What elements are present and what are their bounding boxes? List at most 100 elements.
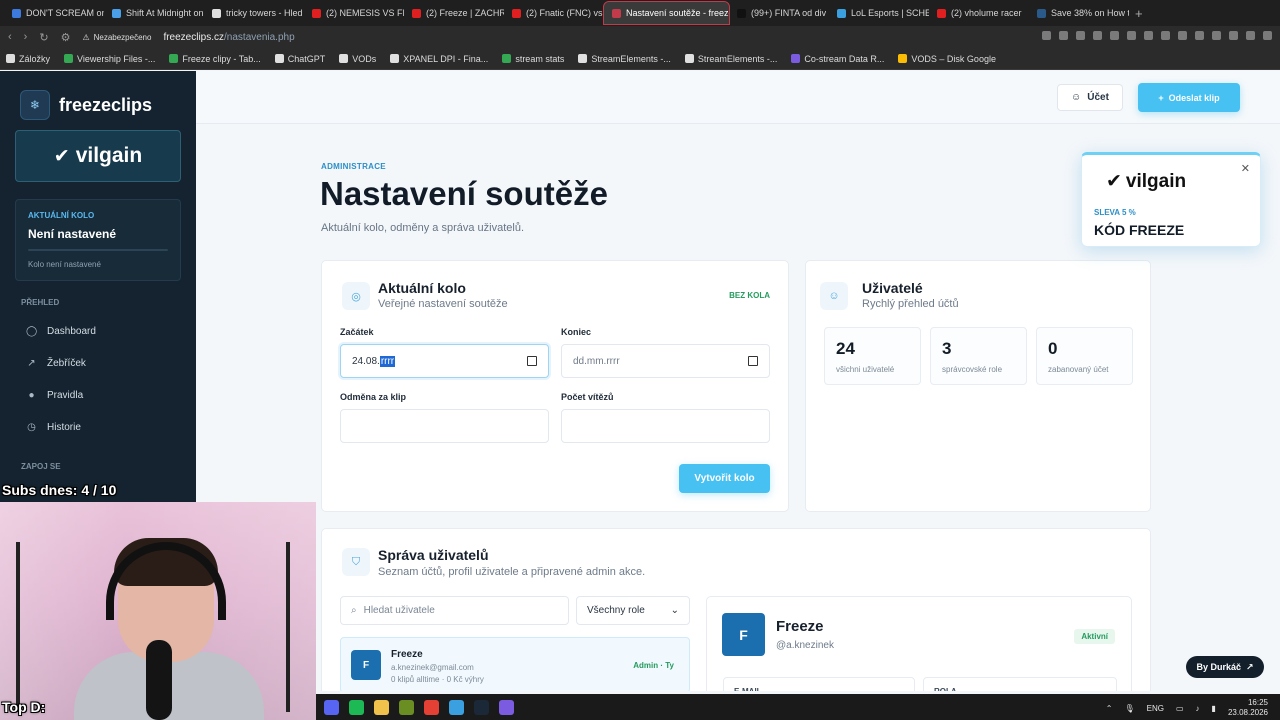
search-input[interactable]: ⌕ Hledat uživatele	[340, 596, 569, 625]
extension-icon[interactable]	[1110, 31, 1119, 40]
winners-input[interactable]	[561, 409, 770, 443]
browser-tab[interactable]: Nastavení soutěže - freeze	[603, 1, 730, 25]
files-icon[interactable]	[374, 699, 389, 715]
monitor-icon[interactable]: ▭	[1176, 704, 1184, 713]
extension-icon[interactable]	[1076, 31, 1085, 40]
favicon-icon	[937, 8, 946, 18]
browser-tab[interactable]: Shift At Midnight on	[104, 2, 204, 24]
favicon-icon	[512, 8, 521, 18]
browser-tab[interactable]: (2) Freeze | ZACHR	[404, 2, 504, 24]
favicon-icon	[412, 8, 421, 18]
extension-icon[interactable]	[1093, 31, 1102, 40]
sidebar-item-label: Dashboard	[47, 326, 96, 337]
profile-icon[interactable]	[1246, 31, 1255, 40]
role-filter-select[interactable]: Všechny role ⌄	[576, 596, 690, 625]
sidebar-item-history[interactable]: ◷ Historie	[26, 422, 81, 433]
sidebar-item-dashboard[interactable]: ◯ Dashboard	[26, 326, 96, 337]
browser-tab[interactable]: Save 38% on How t	[1029, 2, 1129, 24]
start-date-input[interactable]: 24.08. rrrr	[340, 344, 549, 378]
brand-name: freezeclips	[59, 94, 153, 115]
bookmark-item[interactable]: ChatGPT	[274, 54, 325, 64]
brand-logo[interactable]: ❄ freezeclips	[20, 90, 152, 120]
sponsor-banner[interactable]: ✔ vilgain	[15, 130, 181, 182]
end-date-input[interactable]: dd.mm.rrrr	[561, 344, 770, 378]
chrome-icon[interactable]	[424, 699, 439, 715]
bookmark-item[interactable]: StreamElements -...	[578, 54, 671, 64]
steam-icon[interactable]	[474, 699, 489, 715]
bookmark-icon[interactable]	[1042, 31, 1051, 40]
language-indicator[interactable]: ENG	[1147, 704, 1164, 713]
sidebar-item-rules[interactable]: ● Pravidla	[26, 390, 83, 401]
menu-icon[interactable]	[1263, 31, 1272, 40]
list-item[interactable]: F Freeze a.knezinek@gmail.com 0 klipů al…	[340, 637, 690, 691]
promo-discount: SLEVA 5 %	[1094, 208, 1136, 217]
bookmark-item[interactable]: Viewership Files -...	[64, 54, 155, 64]
extension-icon[interactable]	[1195, 31, 1204, 40]
account-button[interactable]: ☺ Účet	[1057, 84, 1123, 111]
sidebar-item-leaderboard[interactable]: ↗ Žebříček	[26, 358, 86, 369]
avatar: F	[722, 613, 765, 656]
new-tab-icon[interactable]: +	[1129, 6, 1149, 21]
app2-icon[interactable]	[449, 699, 464, 715]
extension-icon[interactable]	[1161, 31, 1170, 40]
favicon-icon	[212, 8, 221, 18]
send-clip-button[interactable]: + Odeslat klip	[1138, 83, 1240, 112]
bookmark-item[interactable]: VODs	[339, 54, 376, 64]
microphone-icon[interactable]: 🎙	[1124, 704, 1134, 713]
promo-logo: ✔ vilgain	[1106, 170, 1187, 193]
browser-tab[interactable]: (99+) FINTA od div	[729, 2, 829, 24]
media-icon[interactable]	[399, 699, 414, 715]
extension-icon[interactable]	[1059, 31, 1068, 40]
author-badge[interactable]: By Durkáč ↗	[1186, 656, 1264, 678]
email-field-label: E-MAIL	[723, 677, 915, 691]
system-tray: ⌃ 🎙 ENG ▭ ♪ ▮ 16:25 23.08.2026	[1106, 698, 1268, 718]
favicon-icon	[112, 8, 121, 18]
browser-tab[interactable]: tricky towers - Hled	[204, 2, 304, 24]
extension-icon[interactable]	[1178, 31, 1187, 40]
bookmark-item[interactable]: VODS – Disk Google	[898, 54, 996, 64]
extension-icon[interactable]	[1144, 31, 1153, 40]
bookmark-icon	[339, 54, 349, 63]
browser-tab[interactable]: (2) vholume racer	[929, 2, 1029, 24]
calendar-icon[interactable]	[527, 356, 537, 366]
bookmark-icon	[791, 54, 801, 63]
grid-icon[interactable]	[499, 699, 514, 715]
download-icon[interactable]	[1229, 31, 1238, 40]
back-icon[interactable]: ‹	[8, 31, 12, 43]
bookmark-item[interactable]: Co-stream Data R...	[791, 54, 884, 64]
bookmark-item[interactable]: XPANEL DPI - Fina...	[390, 54, 488, 64]
top-donors: Top D:	[2, 699, 46, 715]
top-bar: ☺ Účet + Odeslat klip	[196, 71, 1280, 124]
calendar-icon[interactable]	[748, 356, 758, 366]
promo-code: KÓD FREEZE	[1094, 222, 1185, 238]
bookmark-item[interactable]: Záložky	[6, 54, 50, 64]
bookmark-icon	[684, 54, 694, 63]
microphone	[146, 640, 172, 720]
reload-icon[interactable]: ↻	[39, 31, 48, 44]
chevron-up-icon[interactable]: ⌃	[1106, 704, 1113, 713]
clock[interactable]: 16:25 23.08.2026	[1228, 698, 1268, 718]
browser-tab[interactable]: DON'T SCREAM on	[4, 2, 104, 24]
spotify-icon[interactable]	[349, 699, 364, 715]
forward-icon[interactable]: ›	[24, 31, 28, 43]
bookmark-item[interactable]: StreamElements -...	[684, 54, 777, 64]
bookmark-item[interactable]: stream stats	[502, 54, 564, 64]
battery-icon[interactable]: ▮	[1212, 704, 1216, 713]
not-secure-indicator[interactable]: ⚠ Nezabezpečeno	[82, 33, 151, 42]
app-icon[interactable]	[324, 699, 339, 715]
browser-tab[interactable]: LoL Esports | SCHE	[829, 2, 929, 24]
browser-tab[interactable]: (2) Fnatic (FNC) vs	[504, 2, 604, 24]
site-settings-icon[interactable]: ⚙	[61, 31, 71, 44]
bookmarks-bar: Záložky Viewership Files -... Freeze clipy…	[0, 48, 1280, 70]
card-subtitle: Rychlý přehled účtů	[862, 298, 959, 310]
extension-icon[interactable]	[1127, 31, 1136, 40]
create-round-button[interactable]: Vytvořit kolo	[679, 464, 770, 493]
chevron-down-icon: ⌄	[670, 605, 679, 616]
browser-tab[interactable]: (2) NEMESIS VS FR	[304, 2, 404, 24]
url-field[interactable]: freezeclips.cz/nastavenia.php	[163, 32, 294, 43]
bookmark-item[interactable]: Freeze clipy - Tab...	[169, 54, 261, 64]
extension-icon[interactable]	[1212, 31, 1221, 40]
reward-input[interactable]	[340, 409, 549, 443]
speaker-icon[interactable]: ♪	[1196, 704, 1200, 713]
close-icon[interactable]: ✕	[1241, 162, 1250, 175]
